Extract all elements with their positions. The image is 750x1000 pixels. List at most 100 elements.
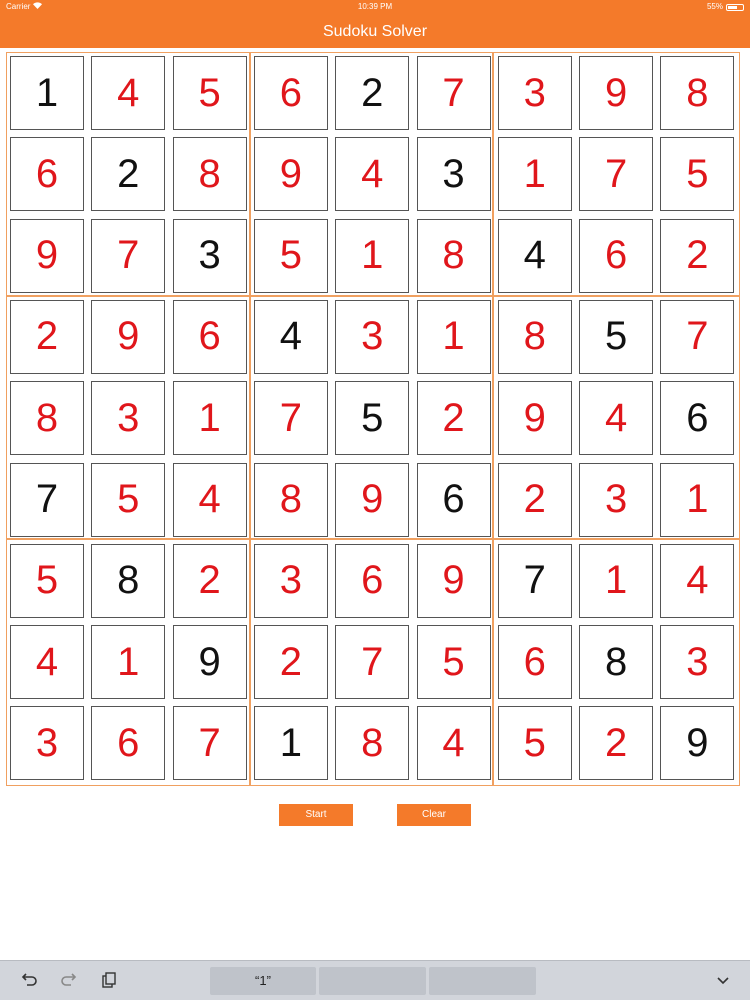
sudoku-cell-r7c6[interactable]: 9 — [416, 543, 491, 618]
sudoku-cell-r1c1[interactable]: 1 — [10, 56, 84, 130]
sudoku-cell-r1c7[interactable]: 3 — [497, 56, 572, 130]
paste-icon[interactable] — [98, 971, 120, 993]
sudoku-cell-r3c3[interactable]: 3 — [172, 218, 247, 293]
sudoku-cell-r1c8[interactable]: 9 — [579, 56, 654, 130]
sudoku-cell-r1c6[interactable]: 7 — [416, 56, 491, 130]
sudoku-cell-r2c9[interactable]: 5 — [660, 137, 735, 212]
sudoku-cell-r3c8[interactable]: 6 — [579, 218, 654, 293]
sudoku-cell-r5c6[interactable]: 2 — [416, 381, 491, 456]
sudoku-cell-r2c6[interactable]: 3 — [416, 137, 491, 212]
sudoku-cell-r5c5[interactable]: 5 — [335, 381, 410, 456]
sudoku-cell-r1c9[interactable]: 8 — [660, 56, 735, 130]
app-screen: Carrier 10:39 PM 55% Sudoku Solver 14562… — [0, 0, 750, 1000]
battery-percent: 55% — [706, 2, 723, 11]
suggestion-1[interactable]: “1” — [210, 967, 316, 995]
sudoku-cell-r9c6[interactable]: 4 — [416, 706, 491, 781]
sudoku-cell-r8c1[interactable]: 4 — [10, 625, 84, 700]
sudoku-cell-r6c6[interactable]: 6 — [416, 462, 491, 537]
sudoku-cell-r3c6[interactable]: 8 — [416, 218, 491, 293]
sudoku-cell-r8c7[interactable]: 6 — [497, 625, 572, 700]
sudoku-cell-r3c5[interactable]: 1 — [335, 218, 410, 293]
start-button[interactable]: Start — [279, 804, 353, 826]
sudoku-cell-r9c9[interactable]: 9 — [660, 706, 735, 781]
sudoku-cell-r2c3[interactable]: 8 — [172, 137, 247, 212]
sudoku-cell-r6c2[interactable]: 5 — [91, 462, 166, 537]
sudoku-cell-r4c3[interactable]: 6 — [172, 299, 247, 374]
sudoku-cell-r9c3[interactable]: 7 — [172, 706, 247, 781]
sudoku-cell-r9c2[interactable]: 6 — [91, 706, 166, 781]
clear-button[interactable]: Clear — [397, 804, 471, 826]
sudoku-cell-r6c7[interactable]: 2 — [497, 462, 572, 537]
sudoku-cell-r8c4[interactable]: 2 — [253, 625, 328, 700]
sudoku-cell-r7c9[interactable]: 4 — [660, 543, 735, 618]
box-divider-vertical — [249, 53, 251, 785]
sudoku-cell-r8c6[interactable]: 5 — [416, 625, 491, 700]
sudoku-cell-r8c8[interactable]: 8 — [579, 625, 654, 700]
sudoku-cell-r5c7[interactable]: 9 — [497, 381, 572, 456]
sudoku-cell-r1c4[interactable]: 6 — [253, 56, 328, 130]
sudoku-cell-r4c2[interactable]: 9 — [91, 299, 166, 374]
keyboard-shortcut-bar: “1” — [0, 960, 750, 1000]
chevron-down-icon[interactable] — [712, 971, 734, 993]
sudoku-cell-r2c1[interactable]: 6 — [10, 137, 84, 212]
sudoku-cell-r3c9[interactable]: 2 — [660, 218, 735, 293]
sudoku-cell-r8c2[interactable]: 1 — [91, 625, 166, 700]
redo-icon[interactable] — [58, 971, 80, 993]
sudoku-cell-r8c5[interactable]: 7 — [335, 625, 410, 700]
sudoku-cell-r9c7[interactable]: 5 — [497, 706, 572, 781]
sudoku-cell-r2c8[interactable]: 7 — [579, 137, 654, 212]
sudoku-cell-r1c3[interactable]: 5 — [172, 56, 247, 130]
sudoku-cell-r7c2[interactable]: 8 — [91, 543, 166, 618]
battery-icon — [726, 3, 744, 11]
sudoku-cell-r4c5[interactable]: 3 — [335, 299, 410, 374]
sudoku-cell-r5c3[interactable]: 1 — [172, 381, 247, 456]
sudoku-cell-r4c6[interactable]: 1 — [416, 299, 491, 374]
sudoku-cell-r7c5[interactable]: 6 — [335, 543, 410, 618]
sudoku-cell-r4c7[interactable]: 8 — [497, 299, 572, 374]
sudoku-cell-r2c2[interactable]: 2 — [91, 137, 166, 212]
status-time: 10:39 PM — [357, 2, 393, 11]
sudoku-cell-r6c9[interactable]: 1 — [660, 462, 735, 537]
sudoku-cell-r3c1[interactable]: 9 — [10, 218, 84, 293]
sudoku-cell-r9c4[interactable]: 1 — [253, 706, 328, 781]
box-divider-vertical — [492, 53, 494, 785]
sudoku-cell-r6c8[interactable]: 3 — [579, 462, 654, 537]
sudoku-cell-r9c1[interactable]: 3 — [10, 706, 84, 781]
sudoku-cell-r1c2[interactable]: 4 — [91, 56, 166, 130]
status-bar: Carrier 10:39 PM 55% — [0, 0, 750, 14]
sudoku-cell-r4c9[interactable]: 7 — [660, 299, 735, 374]
sudoku-cell-r5c1[interactable]: 8 — [10, 381, 84, 456]
undo-icon[interactable] — [18, 971, 40, 993]
sudoku-cell-r3c2[interactable]: 7 — [91, 218, 166, 293]
sudoku-cell-r8c3[interactable]: 9 — [172, 625, 247, 700]
sudoku-cell-r3c4[interactable]: 5 — [253, 218, 328, 293]
sudoku-cell-r6c1[interactable]: 7 — [10, 462, 84, 537]
sudoku-cell-r4c8[interactable]: 5 — [579, 299, 654, 374]
sudoku-cell-r4c4[interactable]: 4 — [253, 299, 328, 374]
sudoku-cell-r5c2[interactable]: 3 — [91, 381, 166, 456]
sudoku-cell-r4c1[interactable]: 2 — [10, 299, 84, 374]
sudoku-cell-r9c5[interactable]: 8 — [335, 706, 410, 781]
suggestion-3[interactable] — [429, 967, 536, 995]
sudoku-cell-r2c4[interactable]: 9 — [253, 137, 328, 212]
sudoku-cell-r3c7[interactable]: 4 — [497, 218, 572, 293]
sudoku-cell-r7c7[interactable]: 7 — [497, 543, 572, 618]
sudoku-cell-r6c4[interactable]: 8 — [253, 462, 328, 537]
sudoku-cell-r2c7[interactable]: 1 — [497, 137, 572, 212]
nav-bar: Sudoku Solver — [0, 14, 750, 48]
sudoku-cell-r5c4[interactable]: 7 — [253, 381, 328, 456]
sudoku-board: 1456273986289431759735184622964318578317… — [6, 52, 740, 786]
sudoku-cell-r7c8[interactable]: 1 — [579, 543, 654, 618]
sudoku-cell-r6c5[interactable]: 9 — [335, 462, 410, 537]
sudoku-cell-r6c3[interactable]: 4 — [172, 462, 247, 537]
sudoku-cell-r7c4[interactable]: 3 — [253, 543, 328, 618]
suggestion-2[interactable] — [319, 967, 426, 995]
sudoku-cell-r9c8[interactable]: 2 — [579, 706, 654, 781]
sudoku-cell-r7c3[interactable]: 2 — [172, 543, 247, 618]
sudoku-cell-r1c5[interactable]: 2 — [335, 56, 410, 130]
sudoku-cell-r5c8[interactable]: 4 — [579, 381, 654, 456]
sudoku-cell-r5c9[interactable]: 6 — [660, 381, 735, 456]
sudoku-cell-r7c1[interactable]: 5 — [10, 543, 84, 618]
sudoku-cell-r2c5[interactable]: 4 — [335, 137, 410, 212]
sudoku-cell-r8c9[interactable]: 3 — [660, 625, 735, 700]
